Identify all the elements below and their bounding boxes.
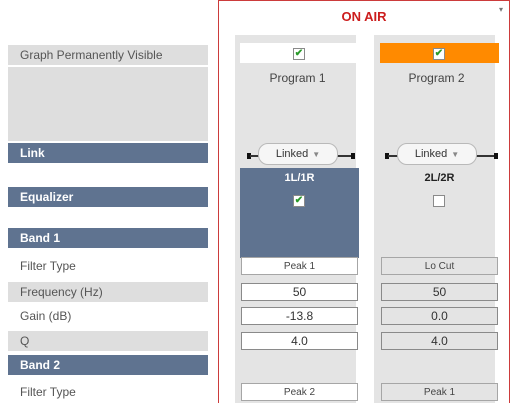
label-filter-type-1: Filter Type [8,256,208,276]
program-1-link-label: Linked [275,148,309,160]
program-2-name: Program 2 [408,71,465,85]
label-graph-permanently-visible: Graph Permanently Visible [8,45,208,65]
program-2-equalizer-checkbox[interactable] [433,195,445,207]
on-air-title: ON AIR [341,9,387,24]
chevron-down-icon: ▼ [312,150,321,159]
link-right-end-icon [494,153,498,159]
program-1-band1-filter-type[interactable]: Peak 1 [241,257,358,275]
program-1-equalizer-checkbox[interactable]: ✔ [293,195,305,207]
program-1-band2-filter-type[interactable]: Peak 2 [241,383,358,401]
program-1-link-dropdown[interactable]: Linked ▼ [258,143,338,165]
panel-menu-icon[interactable]: ▾ [499,5,503,14]
link-right-end-icon [351,153,355,159]
program-2-link-label: Linked [414,148,448,160]
program-2-band1-gain[interactable]: 0.0 [381,307,498,325]
label-band-1: Band 1 [8,228,208,248]
label-frequency: Frequency (Hz) [8,282,208,302]
program-1-name: Program 1 [269,71,326,85]
label-link: Link [8,143,208,163]
program-2-band1-frequency[interactable]: 50 [381,283,498,301]
program-2-graph-visible-checkbox[interactable]: ✔ [433,48,445,60]
label-equalizer: Equalizer [8,187,208,207]
chevron-down-icon: ▼ [451,150,460,159]
program-2-band1-filter-type[interactable]: Lo Cut [381,257,498,275]
program-1-channel-label: 1L/1R [284,172,315,184]
program-2-band2-filter-type[interactable]: Peak 1 [381,383,498,401]
program-1-band1-gain[interactable]: -13.8 [241,307,358,325]
program-1-graph-visible-checkbox[interactable]: ✔ [293,48,305,60]
label-q: Q [8,331,208,351]
label-blank-block [8,67,208,141]
program-2-channel-label: 2L/2R [424,172,455,184]
program-2-link-dropdown[interactable]: Linked ▼ [397,143,477,165]
program-1-band1-q[interactable]: 4.0 [241,332,358,350]
program-2-band1-q[interactable]: 4.0 [381,332,498,350]
header-blank-cell [8,8,208,28]
label-gain: Gain (dB) [8,306,208,326]
label-filter-type-2: Filter Type [8,382,208,402]
label-band-2: Band 2 [8,355,208,375]
program-1-band1-frequency[interactable]: 50 [241,283,358,301]
